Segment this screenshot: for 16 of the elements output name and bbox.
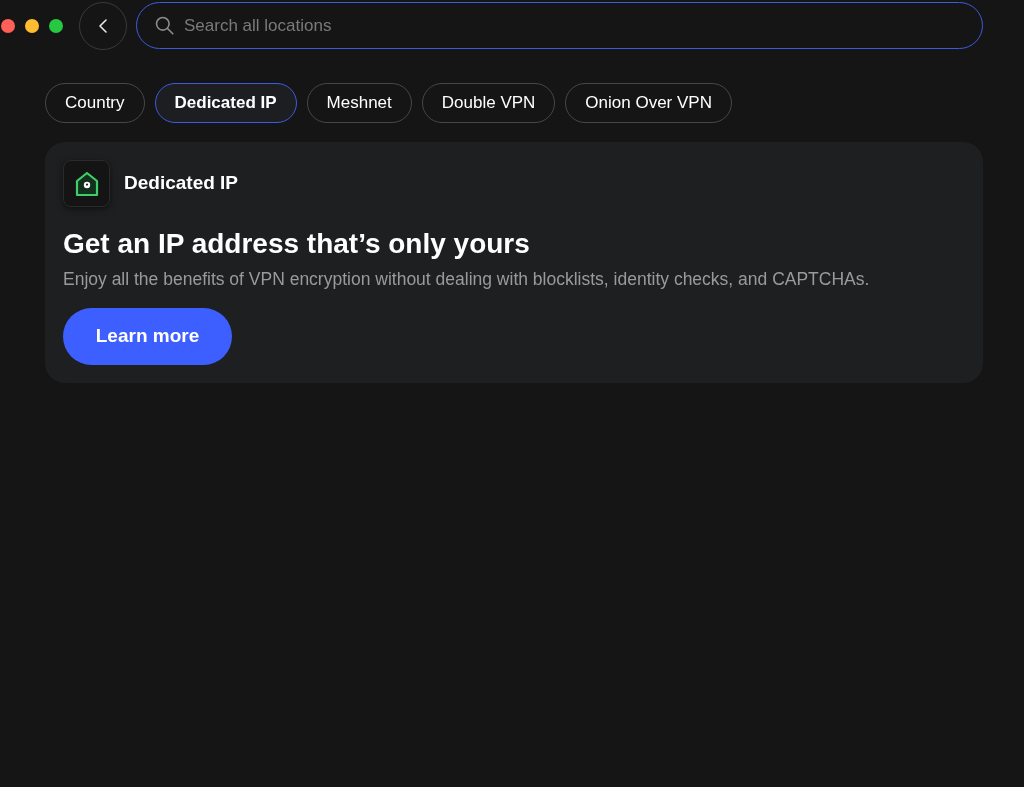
filter-tab[interactable]: Meshnet (306, 83, 412, 123)
learn-more-button[interactable]: Learn more (63, 308, 232, 365)
filter-tab[interactable]: Dedicated IP (154, 83, 297, 123)
filter-tab[interactable]: Onion Over VPN (565, 83, 732, 123)
filter-tab[interactable]: Country (45, 83, 145, 123)
search-field[interactable]: Search all locations (136, 2, 983, 49)
card-headline: Get an IP address that’s only yours (63, 227, 530, 261)
card-description: Enjoy all the benefits of VPN encryption without dealing with blocklists, identity checks, and CAPTCHAs. (63, 268, 870, 291)
window-control-icon[interactable] (25, 18, 39, 33)
filter-tab[interactable]: Double VPN (421, 83, 556, 123)
card-title: Dedicated IP (124, 171, 239, 196)
window-control-icon[interactable] (1, 18, 15, 33)
window-control-icon[interactable] (49, 18, 63, 33)
search-icon (155, 16, 174, 35)
house-pin-icon (63, 160, 110, 207)
chevron-left-icon (99, 18, 107, 33)
